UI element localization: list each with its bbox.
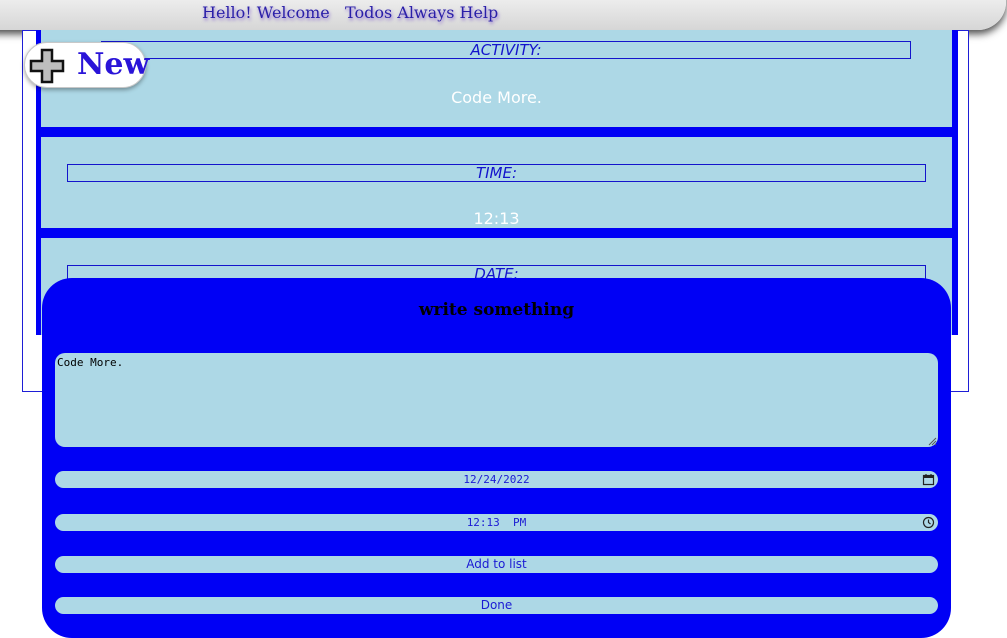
- new-button-label: New: [77, 47, 150, 82]
- activity-label: ACTIVITY:: [101, 41, 911, 59]
- resize-grip-icon[interactable]: [927, 436, 937, 446]
- header-bar: Hello! Welcome Todos Always Help: [0, 0, 1006, 30]
- time-value: 12:13: [473, 209, 520, 228]
- new-todo-button[interactable]: New: [24, 42, 150, 88]
- time-label: TIME:: [67, 164, 926, 182]
- activity-card: ACTIVITY: Code More.: [41, 30, 952, 127]
- activity-textarea[interactable]: [55, 353, 938, 447]
- time-input-value: 12:13 PM: [466, 516, 527, 529]
- header-title: Hello! Welcome Todos Always Help: [202, 3, 499, 22]
- date-input-value: 12/24/2022: [463, 473, 530, 486]
- form-heading: write something: [418, 300, 575, 320]
- clock-icon[interactable]: [922, 516, 935, 529]
- add-to-list-button[interactable]: Add to list: [55, 556, 938, 573]
- plus-icon: [29, 48, 65, 84]
- date-input[interactable]: 12/24/2022: [55, 471, 938, 488]
- time-card: TIME: 12:13: [41, 137, 952, 228]
- activity-value: Code More.: [451, 88, 542, 107]
- time-input[interactable]: 12:13 PM: [55, 514, 938, 531]
- calendar-icon[interactable]: [922, 473, 935, 486]
- todo-form: write something 12/24/2022 12:13 PM Add …: [42, 278, 951, 638]
- done-button[interactable]: Done: [55, 597, 938, 614]
